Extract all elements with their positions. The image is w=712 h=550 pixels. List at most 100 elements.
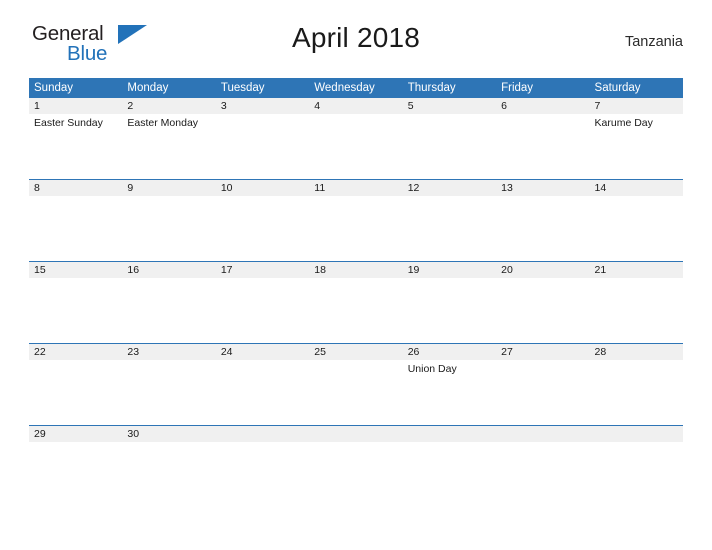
day-number: 5 [402,98,497,114]
day-cell-inner: 8 [29,180,123,261]
day-cell-inner: 3 [215,98,310,179]
weekday-header-thursday: Thursday [402,78,497,98]
calendar-day-cell[interactable]: 10 [215,179,310,262]
day-cell-inner [589,426,683,507]
weekday-header-sunday: Sunday [29,78,123,98]
day-cell-inner: 22 [29,344,123,425]
calendar-day-cell[interactable]: 18 [309,261,403,344]
day-number: 16 [122,262,216,278]
day-cell-inner [496,426,590,507]
day-number: 4 [309,98,403,114]
day-cell-inner: 13 [496,180,590,261]
calendar-week-row: 1 Easter Sunday 2 Easter Monday 3 4 5 6 7 Karume … [29,98,683,180]
calendar-day-cell[interactable]: 21 [589,261,683,344]
holiday-event-label: Easter Monday [127,117,199,129]
day-cell-inner [309,426,403,507]
calendar-day-cell[interactable]: 6 [496,98,590,180]
day-number: 30 [122,426,216,442]
calendar-day-cell[interactable]: 23 [122,343,216,426]
day-cell-inner: 11 [309,180,403,261]
day-number: 2 [122,98,216,114]
calendar-week-row: 22 23 24 25 26 Union Day 27 28 [29,343,683,426]
calendar-day-cell[interactable]: 26 Union Day [402,343,497,426]
calendar-day-cell[interactable] [402,425,497,507]
day-number: 17 [215,262,310,278]
day-cell-inner: 18 [309,262,403,343]
monthly-calendar-table: Sunday Monday Tuesday Wednesday Thursday… [29,78,683,507]
calendar-day-cell[interactable] [496,425,590,507]
day-cell-inner: 12 [402,180,497,261]
calendar-day-cell[interactable]: 20 [496,261,590,344]
day-number: 25 [309,344,403,360]
weekday-header-tuesday: Tuesday [215,78,310,98]
day-number: 19 [402,262,497,278]
day-number: 23 [122,344,216,360]
calendar-day-cell[interactable]: 15 [29,261,123,344]
day-cell-inner: 25 [309,344,403,425]
calendar-day-cell[interactable] [215,425,310,507]
day-cell-inner: 6 [496,98,590,179]
calendar-day-cell[interactable]: 17 [215,261,310,344]
calendar-day-cell[interactable]: 2 Easter Monday [122,98,216,180]
calendar-week-row: 15 16 17 18 19 20 21 [29,261,683,344]
day-events: Union Day [403,360,496,376]
day-number: 26 [402,344,497,360]
day-cell-inner: 23 [122,344,216,425]
day-number: 18 [309,262,403,278]
day-number: 20 [496,262,590,278]
page-header: General Blue April 2018 Tanzania [29,0,683,64]
calendar-day-cell[interactable]: 9 [122,179,216,262]
day-number: 7 [589,98,683,114]
day-cell-inner: 17 [215,262,310,343]
day-cell-inner: 5 [402,98,497,179]
calendar-day-cell[interactable]: 19 [402,261,497,344]
calendar-day-cell[interactable]: 4 [309,98,403,180]
day-number [402,426,497,442]
calendar-day-cell[interactable]: 29 [29,425,123,507]
calendar-day-cell[interactable]: 16 [122,261,216,344]
day-cell-inner: 10 [215,180,310,261]
calendar-day-cell[interactable]: 13 [496,179,590,262]
weekday-header-saturday: Saturday [589,78,683,98]
calendar-day-cell[interactable] [589,425,683,507]
calendar-day-cell[interactable]: 30 [122,425,216,507]
calendar-day-cell[interactable]: 14 [589,179,683,262]
holiday-event-label: Karume Day [594,117,653,129]
day-number: 6 [496,98,590,114]
day-number [215,426,310,442]
day-cell-inner: 24 [215,344,310,425]
calendar-day-cell[interactable]: 28 [589,343,683,426]
day-number: 22 [29,344,123,360]
day-number: 21 [589,262,683,278]
day-cell-inner: 21 [589,262,683,343]
calendar-day-cell[interactable]: 1 Easter Sunday [29,98,123,180]
calendar-page: General Blue April 2018 Tanzania Sunday … [0,0,712,550]
calendar-day-cell[interactable]: 7 Karume Day [589,98,683,180]
holiday-event-label: Union Day [407,363,457,375]
calendar-day-cell[interactable]: 11 [309,179,403,262]
day-number: 10 [215,180,310,196]
calendar-day-cell[interactable] [309,425,403,507]
calendar-day-cell[interactable]: 24 [215,343,310,426]
calendar-day-cell[interactable]: 25 [309,343,403,426]
day-cell-inner: 19 [402,262,497,343]
day-cell-inner [402,426,497,507]
day-cell-inner: 30 [122,426,216,507]
day-cell-inner: 29 [29,426,123,507]
calendar-day-cell[interactable]: 22 [29,343,123,426]
day-number [589,426,683,442]
region-label: Tanzania [624,34,683,50]
weekday-header-friday: Friday [496,78,590,98]
calendar-day-cell[interactable]: 8 [29,179,123,262]
calendar-day-cell[interactable]: 3 [215,98,310,180]
day-number: 12 [402,180,497,196]
calendar-day-cell[interactable]: 5 [402,98,497,180]
calendar-day-cell[interactable]: 12 [402,179,497,262]
day-events: Karume Day [590,114,683,130]
weekday-header-wednesday: Wednesday [309,78,403,98]
calendar-day-cell[interactable]: 27 [496,343,590,426]
day-number: 15 [29,262,123,278]
day-number: 1 [29,98,123,114]
day-cell-inner: 14 [589,180,683,261]
weekday-header-row: Sunday Monday Tuesday Wednesday Thursday… [29,78,683,98]
